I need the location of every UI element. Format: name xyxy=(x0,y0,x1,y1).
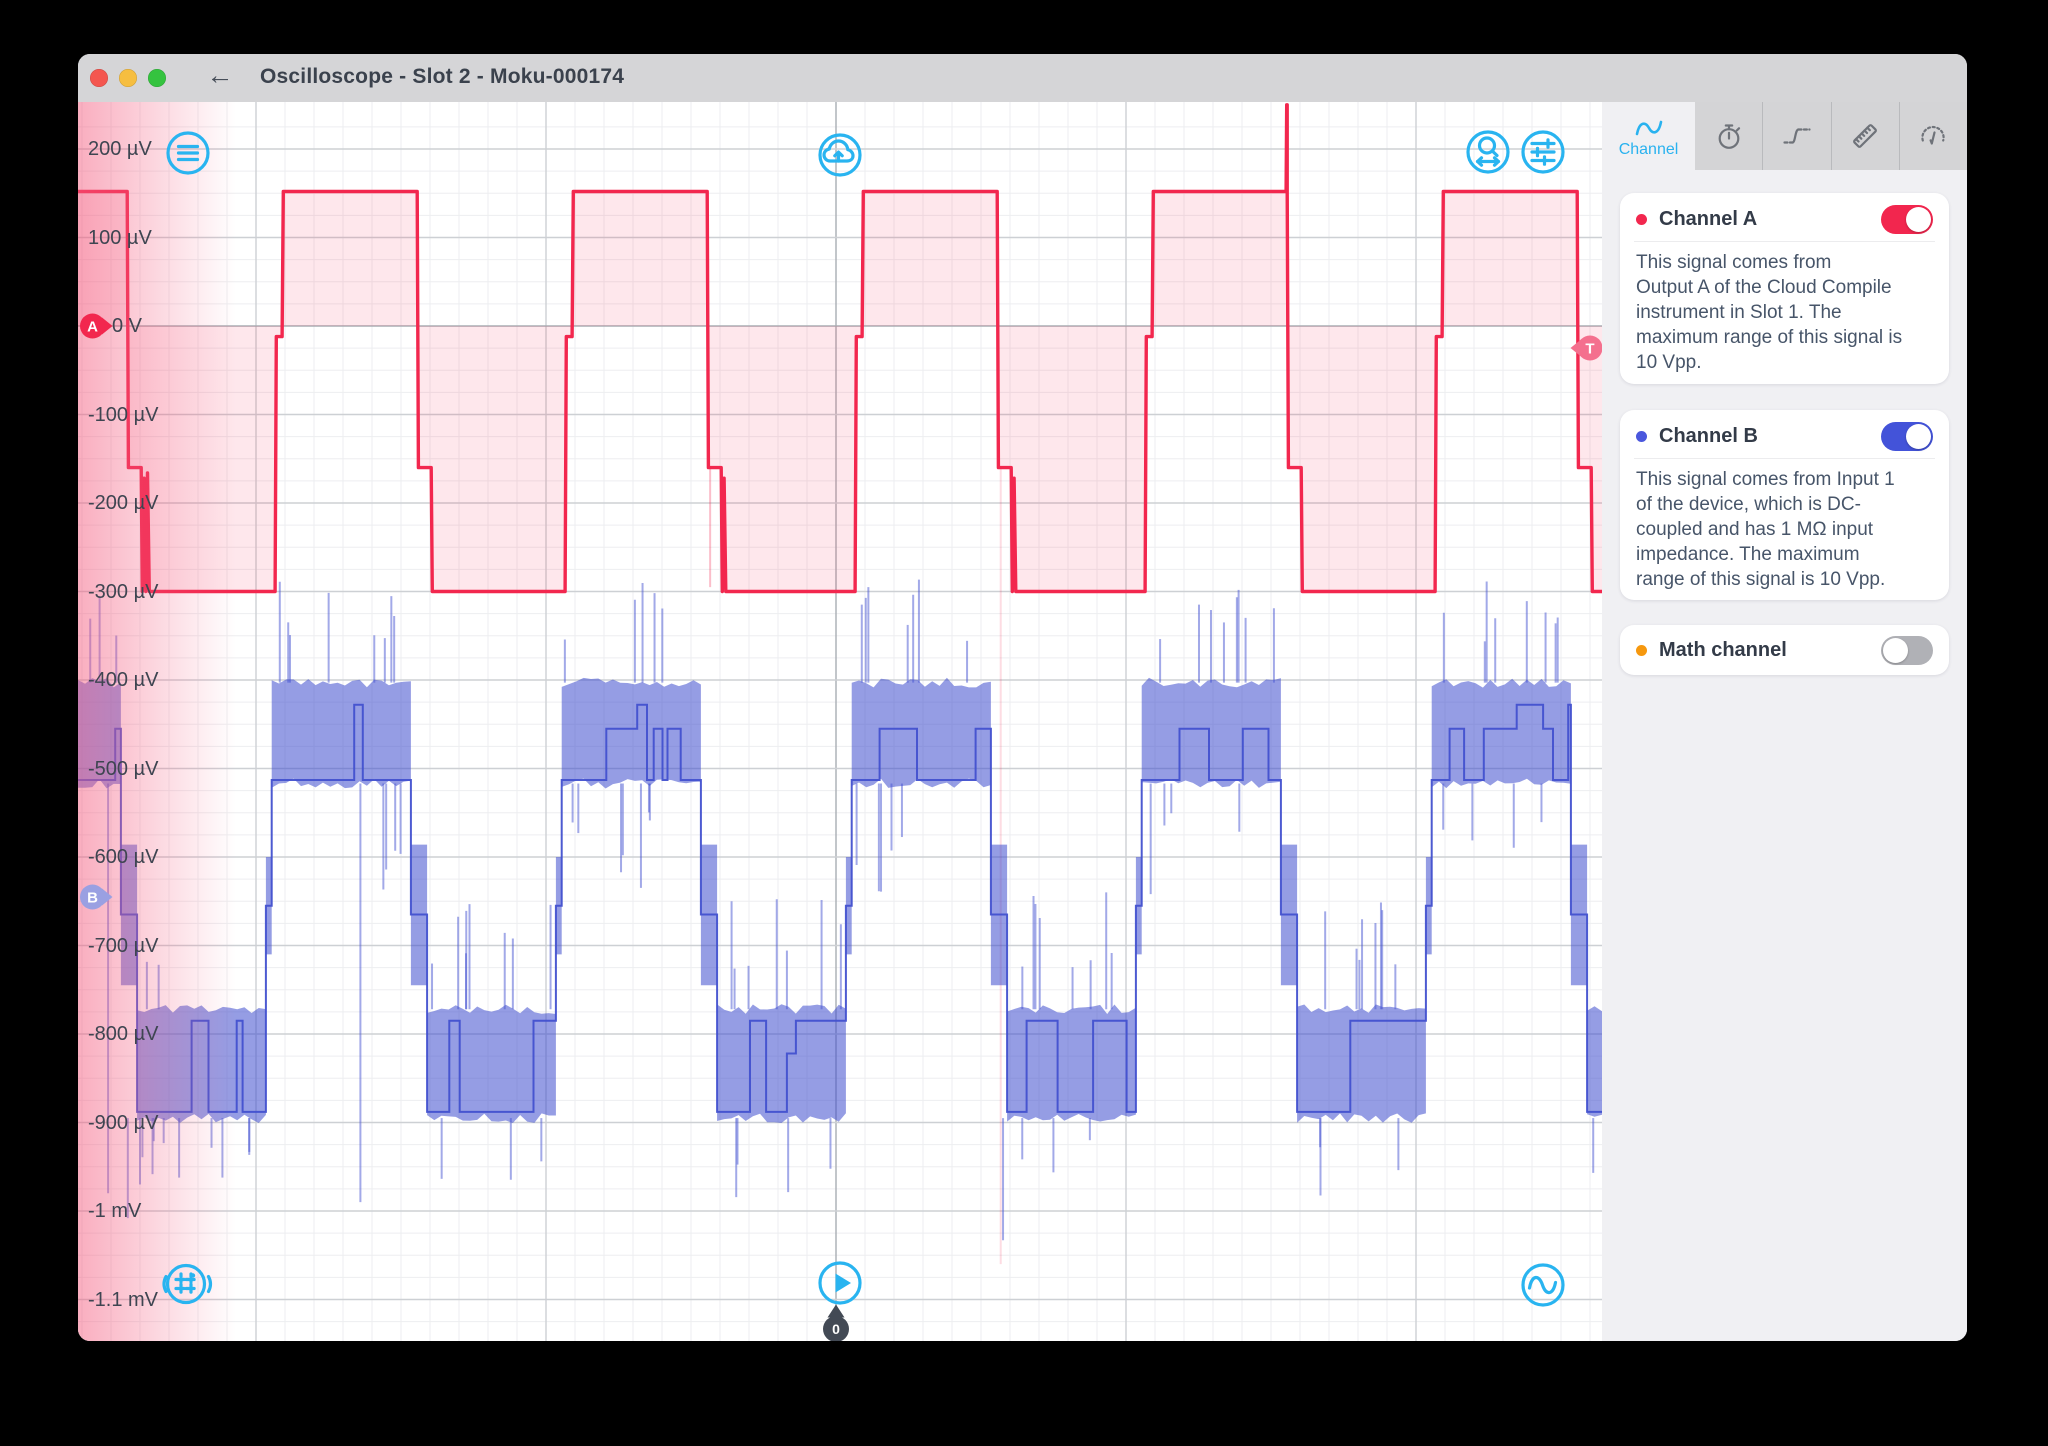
tab-channel[interactable]: Channel xyxy=(1602,102,1695,170)
title-bar: ← Oscilloscope - Slot 2 - Moku-000174 xyxy=(78,54,1967,103)
close-button[interactable] xyxy=(90,69,108,87)
trigger-time-marker[interactable]: 0 xyxy=(820,1303,852,1341)
app-window: ← Oscilloscope - Slot 2 - Moku-000174 20… xyxy=(78,54,1967,1341)
stopwatch-icon xyxy=(1714,121,1744,151)
channel-b-bullet xyxy=(1636,431,1647,442)
autoscale-grid-icon[interactable] xyxy=(160,1260,216,1308)
math-channel-toggle[interactable] xyxy=(1881,636,1933,665)
channel-a-description: This signal comes from Output A of the C… xyxy=(1636,250,1933,375)
waveform-canvas xyxy=(78,102,1602,1341)
channel-a-title: Channel A xyxy=(1659,208,1881,231)
channel-b-marker[interactable]: B xyxy=(80,883,116,911)
menu-icon[interactable] xyxy=(164,129,212,177)
channel-a-bullet xyxy=(1636,214,1647,225)
tab-timebase[interactable] xyxy=(1695,102,1762,170)
sine-source-icon[interactable] xyxy=(1519,1261,1567,1309)
cloud-upload-icon[interactable] xyxy=(816,131,864,179)
channel-a-marker[interactable]: A xyxy=(80,312,116,340)
sliders-icon[interactable] xyxy=(1519,128,1567,176)
channel-b-toggle[interactable] xyxy=(1881,422,1933,451)
math-channel-card: Math channel xyxy=(1620,625,1949,675)
channel-a-toggle[interactable] xyxy=(1881,205,1933,234)
minimize-button[interactable] xyxy=(119,69,137,87)
back-arrow-icon[interactable]: ← xyxy=(202,60,238,91)
tab-probe[interactable] xyxy=(1899,102,1967,170)
channel-b-spikes xyxy=(90,580,1593,1241)
trigger-icon xyxy=(1782,121,1812,151)
tab-trigger[interactable] xyxy=(1762,102,1830,170)
math-channel-bullet xyxy=(1636,645,1647,656)
panel-tabs: Channel xyxy=(1602,102,1967,170)
channel-b-description: This signal comes from Input 1 of the de… xyxy=(1636,467,1933,592)
tab-measurements[interactable] xyxy=(1831,102,1899,170)
math-channel-title: Math channel xyxy=(1659,639,1881,662)
channel-a-card: Channel A This signal comes from Output … xyxy=(1620,193,1949,384)
play-icon[interactable] xyxy=(816,1259,864,1307)
zoom-horizontal-icon[interactable] xyxy=(1464,128,1512,176)
settings-panel: Channel xyxy=(1602,102,1967,1341)
svg-text:B: B xyxy=(87,890,98,907)
channel-b-title: Channel B xyxy=(1659,425,1881,448)
window-title: Oscilloscope - Slot 2 - Moku-000174 xyxy=(260,65,624,89)
svg-text:A: A xyxy=(87,319,98,336)
sine-icon xyxy=(1633,114,1665,140)
history-fade-overlay xyxy=(78,102,236,1341)
zoom-window-button[interactable] xyxy=(148,69,166,87)
scope-display[interactable] xyxy=(78,102,1602,1341)
channel-b-card: Channel B This signal comes from Input 1… xyxy=(1620,410,1949,600)
desktop: { "window": { "title": "Oscilloscope - S… xyxy=(0,0,2048,1446)
tab-channel-label: Channel xyxy=(1619,141,1679,159)
svg-text:T: T xyxy=(1585,341,1594,358)
trigger-level-marker[interactable]: T xyxy=(1567,334,1603,362)
svg-text:0: 0 xyxy=(832,1321,840,1337)
ruler-icon xyxy=(1850,121,1880,151)
gauge-icon xyxy=(1918,121,1948,151)
